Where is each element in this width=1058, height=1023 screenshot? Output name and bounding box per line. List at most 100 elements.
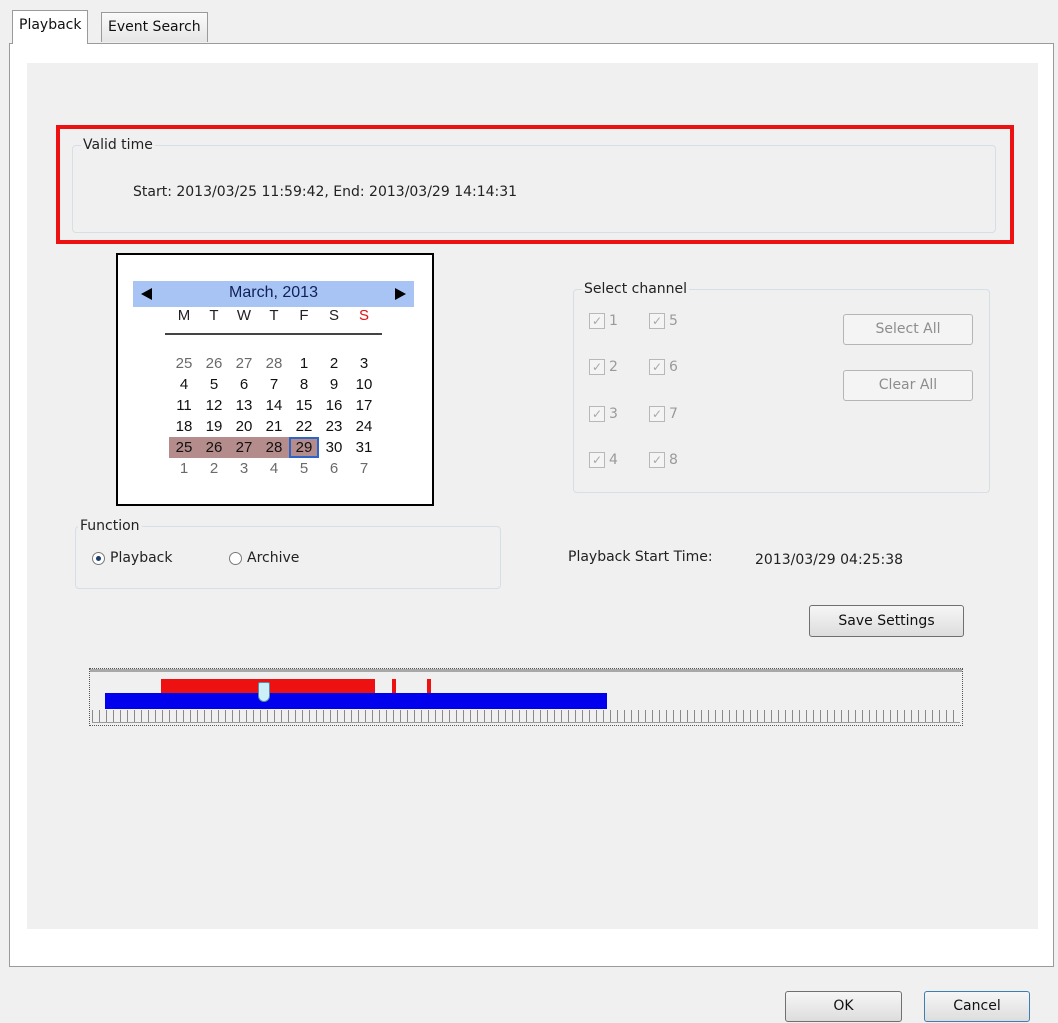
channel-3-checkbox[interactable]: ✓ 3 <box>589 406 618 422</box>
calendar-day[interactable]: 14 <box>259 395 289 416</box>
function-group: Function Playback Archive <box>75 518 501 589</box>
archive-radio-label: Archive <box>247 550 300 566</box>
calendar-day[interactable]: 11 <box>169 395 199 416</box>
checkmark-icon: ✓ <box>589 313 605 329</box>
checkmark-icon: ✓ <box>649 452 665 468</box>
calendar-day[interactable]: 28 <box>259 353 289 374</box>
calendar-day[interactable]: 6 <box>319 458 349 479</box>
calendar-day[interactable]: 3 <box>349 353 379 374</box>
calendar-day[interactable]: 6 <box>229 374 259 395</box>
calendar-month-label: March, 2013 <box>229 284 318 301</box>
calendar-day[interactable]: 13 <box>229 395 259 416</box>
radio-unselected-icon <box>229 551 242 565</box>
select-all-button[interactable]: Select All <box>843 314 973 345</box>
ok-button[interactable]: OK <box>785 991 902 1022</box>
checkmark-icon: ✓ <box>649 406 665 422</box>
weekday-thu: T <box>269 307 279 324</box>
calendar-day[interactable]: 2 <box>199 458 229 479</box>
calendar-day[interactable]: 5 <box>199 374 229 395</box>
channel-1-checkbox[interactable]: ✓ 1 <box>589 313 618 329</box>
channel-5-checkbox[interactable]: ✓ 5 <box>649 313 678 329</box>
select-channel-group: Select channel ✓ 1 ✓ 2 ✓ 3 ✓ 4 ✓ 5 ✓ 6 ✓ 7 <box>573 281 990 493</box>
calendar-next-icon[interactable] <box>395 288 406 300</box>
calendar: March, 2013 M T W T F S S 25 26 27 28 1 2 3 4 5 6… <box>116 253 434 506</box>
calendar-day[interactable]: 1 <box>169 458 199 479</box>
calendar-day[interactable]: 8 <box>289 374 319 395</box>
weekday-wed: W <box>236 307 252 324</box>
clear-all-button[interactable]: Clear All <box>843 370 973 401</box>
calendar-day[interactable]: 7 <box>259 374 289 395</box>
calendar-day[interactable]: 9 <box>319 374 349 395</box>
calendar-day[interactable]: 25 <box>169 353 199 374</box>
calendar-day[interactable]: 2 <box>319 353 349 374</box>
calendar-day[interactable]: 21 <box>259 416 289 437</box>
calendar-day[interactable]: 1 <box>289 353 319 374</box>
timeline-handle[interactable] <box>258 682 270 702</box>
cancel-button[interactable]: Cancel <box>924 991 1030 1022</box>
calendar-day[interactable]: 22 <box>289 416 319 437</box>
weekday-sat: S <box>328 307 339 324</box>
checkmark-icon: ✓ <box>649 313 665 329</box>
calendar-day[interactable]: 20 <box>229 416 259 437</box>
calendar-day[interactable]: 3 <box>229 458 259 479</box>
calendar-day[interactable]: 25 <box>169 437 199 458</box>
calendar-day[interactable]: 23 <box>319 416 349 437</box>
calendar-day[interactable]: 26 <box>199 353 229 374</box>
valid-time-text: Start: 2013/03/25 11:59:42, End: 2013/03… <box>133 184 518 200</box>
calendar-day[interactable]: 18 <box>169 416 199 437</box>
valid-time-label: Valid time <box>81 137 155 153</box>
weekday-tue: T <box>209 307 219 324</box>
calendar-day[interactable]: 7 <box>349 458 379 479</box>
calendar-day[interactable]: 4 <box>169 374 199 395</box>
calendar-day[interactable]: 30 <box>319 437 349 458</box>
playback-start-time-label: Playback Start Time: <box>568 549 713 565</box>
tab-frame: Valid time Start: 2013/03/25 11:59:42, E… <box>9 43 1054 967</box>
timeline-top-edge <box>90 669 962 672</box>
playback-start-time-value: 2013/03/29 04:25:38 <box>755 552 904 568</box>
checkmark-icon: ✓ <box>589 406 605 422</box>
calendar-day[interactable]: 28 <box>259 437 289 458</box>
calendar-day[interactable]: 12 <box>199 395 229 416</box>
tab-event-search[interactable]: Event Search <box>101 12 208 42</box>
calendar-day[interactable]: 27 <box>229 353 259 374</box>
channel-6-checkbox[interactable]: ✓ 6 <box>649 359 678 375</box>
calendar-day[interactable]: 26 <box>199 437 229 458</box>
playback-radio[interactable]: Playback <box>92 550 172 566</box>
calendar-day[interactable]: 15 <box>289 395 319 416</box>
calendar-day[interactable]: 10 <box>349 374 379 395</box>
weekday-sun: S <box>358 307 369 324</box>
channel-2-checkbox[interactable]: ✓ 2 <box>589 359 618 375</box>
calendar-day[interactable]: 5 <box>289 458 319 479</box>
calendar-day[interactable]: 4 <box>259 458 289 479</box>
timeline[interactable] <box>89 668 963 726</box>
function-label: Function <box>78 518 142 534</box>
calendar-day-selected[interactable]: 29 <box>289 437 319 458</box>
weekday-fri: F <box>299 307 309 324</box>
timeline-available-bar <box>105 693 607 709</box>
channel-4-checkbox[interactable]: ✓ 4 <box>589 452 618 468</box>
playback-panel: Valid time Start: 2013/03/25 11:59:42, E… <box>27 63 1038 929</box>
calendar-header: March, 2013 <box>133 281 414 307</box>
playback-radio-label: Playback <box>110 550 173 566</box>
checkmark-icon: ✓ <box>589 452 605 468</box>
radio-selected-icon <box>92 551 105 565</box>
select-channel-label: Select channel <box>582 281 690 297</box>
weekday-mon: M <box>177 307 191 324</box>
checkmark-icon: ✓ <box>649 359 665 375</box>
valid-time-group: Valid time Start: 2013/03/25 11:59:42, E… <box>72 137 996 233</box>
save-settings-button[interactable]: Save Settings <box>809 605 964 637</box>
calendar-day[interactable]: 17 <box>349 395 379 416</box>
channel-7-checkbox[interactable]: ✓ 7 <box>649 406 678 422</box>
timeline-ticks <box>92 710 960 723</box>
calendar-day[interactable]: 16 <box>319 395 349 416</box>
checkmark-icon: ✓ <box>589 359 605 375</box>
calendar-day[interactable]: 27 <box>229 437 259 458</box>
calendar-day[interactable]: 31 <box>349 437 379 458</box>
tab-playback[interactable]: Playback <box>12 10 89 44</box>
channel-8-checkbox[interactable]: ✓ 8 <box>649 452 678 468</box>
calendar-days: 25 26 27 28 1 2 3 4 5 6 7 8 9 10 11 12 13 14 15 16 17 18 19 20 2… <box>169 353 379 479</box>
calendar-divider <box>165 333 382 335</box>
calendar-day[interactable]: 19 <box>199 416 229 437</box>
calendar-day[interactable]: 24 <box>349 416 379 437</box>
archive-radio[interactable]: Archive <box>229 550 299 566</box>
